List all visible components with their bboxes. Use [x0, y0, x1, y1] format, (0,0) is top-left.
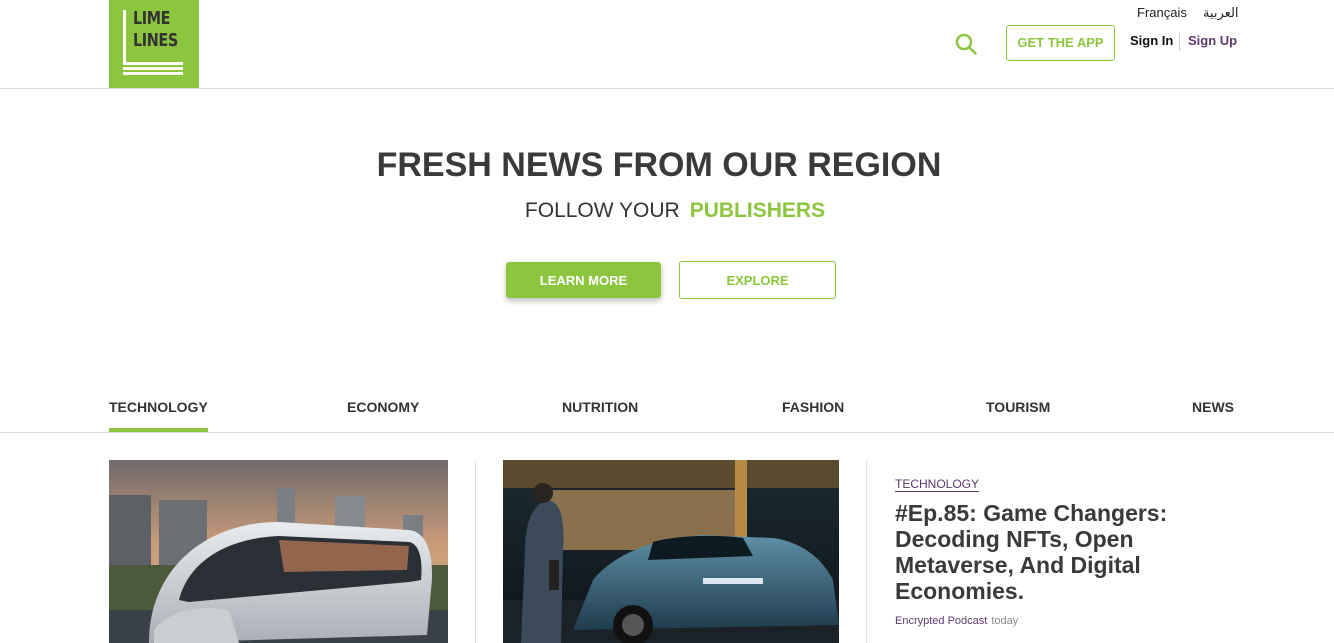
tab-economy[interactable]: ECONOMY — [347, 399, 419, 415]
tab-fashion[interactable]: FASHION — [782, 399, 844, 415]
column-divider — [866, 460, 867, 643]
article-title[interactable]: #Ep.85: Game Changers: Decoding NFTs, Op… — [895, 500, 1175, 604]
site-header: LIME LINES Français العربية GET THE APP … — [0, 0, 1334, 89]
tab-technology[interactable]: TECHNOLOGY — [109, 399, 208, 432]
electric-car-charging-image[interactable] — [503, 460, 839, 643]
lime-lines-logo[interactable]: LIME LINES — [109, 0, 199, 88]
sign-up-link[interactable]: Sign Up — [1188, 33, 1237, 48]
article-source-link[interactable]: Encrypted Podcast — [895, 615, 987, 627]
language-arabic-link[interactable]: العربية — [1203, 5, 1239, 21]
tab-news[interactable]: NEWS — [1192, 399, 1234, 415]
hero-title: FRESH NEWS FROM OUR REGION — [376, 146, 942, 184]
nav-divider — [1179, 33, 1180, 51]
column-divider — [475, 460, 476, 643]
logo-line — [123, 72, 183, 75]
logo-frame — [123, 10, 126, 64]
article-timestamp: today — [991, 615, 1019, 627]
electric-car-picture — [503, 460, 839, 643]
logo-line — [123, 62, 183, 65]
logo-word-1: LIME — [133, 8, 171, 29]
article-category-link[interactable]: TECHNOLOGY — [895, 477, 980, 492]
category-tabs: TECHNOLOGY ECONOMY NUTRITION FASHION TOU… — [0, 384, 1334, 433]
hero-subtitle-prefix: FOLLOW YOUR — [524, 199, 680, 222]
search-icon[interactable] — [955, 33, 977, 55]
futuristic-train-picture — [109, 460, 448, 643]
tab-tourism[interactable]: TOURISM — [986, 399, 1050, 415]
logo-word-2: LINES — [133, 30, 178, 51]
logo-line — [123, 67, 183, 70]
explore-button[interactable]: EXPLORE — [679, 261, 836, 299]
get-the-app-button[interactable]: GET THE APP — [1006, 25, 1115, 61]
language-french-link[interactable]: Français — [1137, 5, 1187, 20]
learn-more-button[interactable]: LEARN MORE — [506, 262, 661, 298]
hero-subtitle: FOLLOW YOUR PUBLISHERS — [8, 199, 1334, 223]
hero-subtitle-accent: PUBLISHERS — [689, 199, 826, 222]
futuristic-train-image[interactable] — [109, 460, 448, 643]
article-meta: Encrypted Podcast today — [895, 615, 1018, 627]
tab-nutrition[interactable]: NUTRITION — [562, 399, 638, 415]
sign-in-link[interactable]: Sign In — [1130, 33, 1173, 48]
